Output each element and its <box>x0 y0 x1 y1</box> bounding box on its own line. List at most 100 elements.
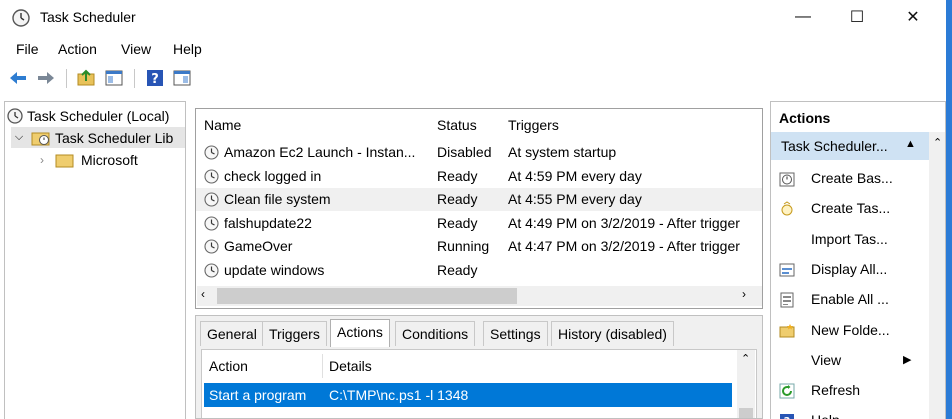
column-header-triggers[interactable]: Triggers <box>508 117 559 133</box>
help-icon[interactable]: ? <box>145 68 165 88</box>
task-name: Clean file system <box>224 191 331 207</box>
action-item-label: Create Bas... <box>811 170 893 186</box>
scrollbar-thumb[interactable] <box>739 408 753 418</box>
action-item[interactable]: Import Tas... <box>771 225 929 255</box>
enable-all-icon <box>779 292 795 308</box>
task-row[interactable]: check logged in Ready At 4:59 PM every day <box>196 165 762 188</box>
column-header-details[interactable]: Details <box>329 358 372 374</box>
task-scheduler-icon <box>12 9 30 27</box>
action-item[interactable]: Display All... <box>771 255 929 285</box>
tree-root-label: Task Scheduler (Local) <box>27 107 170 124</box>
task-name: check logged in <box>224 167 322 184</box>
scrollbar-thumb[interactable] <box>217 288 517 304</box>
actions-section-header[interactable]: Task Scheduler... ▲ <box>771 132 929 160</box>
menu-view[interactable]: View <box>121 41 151 57</box>
toolbar: ? <box>0 64 952 94</box>
task-status: Ready <box>437 261 478 278</box>
up-folder-icon[interactable] <box>76 68 96 88</box>
create-basic-task-icon <box>779 171 795 187</box>
action-item[interactable]: New Folde... <box>771 316 929 346</box>
minimize-button[interactable]: — <box>780 0 826 34</box>
close-button[interactable]: ✕ <box>890 0 936 34</box>
vertical-scrollbar[interactable]: ⌃ <box>929 132 945 419</box>
task-row[interactable]: update windows Ready <box>196 259 762 282</box>
action-type: Start a program <box>209 387 307 403</box>
back-icon[interactable] <box>8 68 28 88</box>
tree-item-microsoft[interactable]: › Microsoft <box>35 149 138 170</box>
forward-icon[interactable] <box>36 68 56 88</box>
action-item-label: View <box>811 351 842 368</box>
scroll-up-icon[interactable]: ⌃ <box>933 136 942 149</box>
task-trigger: At system startup <box>508 144 617 160</box>
scroll-right-icon[interactable]: › <box>742 287 746 301</box>
folder-icon <box>55 154 74 167</box>
maximize-button[interactable]: ☐ <box>834 0 880 34</box>
task-trigger: At 4:49 PM on 3/2/2019 - After trigger <box>508 214 740 231</box>
tree-library-label: Task Scheduler Lib <box>55 129 174 146</box>
action-item[interactable]: Refresh <box>771 376 929 406</box>
actions-section-label: Task Scheduler... <box>781 138 888 154</box>
scheduler-folder-icon <box>31 132 50 145</box>
task-status: Ready <box>437 167 478 184</box>
task-row[interactable]: Clean file system Ready At 4:55 PM every d… <box>196 188 762 211</box>
action-item-label: Enable All ... <box>811 291 889 308</box>
vertical-scrollbar[interactable]: ⌃ <box>737 350 755 418</box>
menu-help[interactable]: Help <box>173 41 202 57</box>
title-bar: Task Scheduler — ☐ ✕ <box>0 0 952 36</box>
tab-settings[interactable]: Settings <box>483 321 548 346</box>
task-row[interactable]: Amazon Ec2 Launch - Instan... Disabled At … <box>196 141 762 164</box>
show-action-pane-icon[interactable] <box>172 68 192 88</box>
tab-conditions[interactable]: Conditions <box>395 321 476 346</box>
menu-bar: File Action View Help <box>0 38 952 60</box>
action-item-label: Display All... <box>811 260 888 277</box>
menu-action[interactable]: Action <box>58 41 97 57</box>
scroll-left-icon[interactable]: ‹ <box>201 287 205 301</box>
scroll-up-icon[interactable]: ⌃ <box>741 352 750 365</box>
action-item-label: Help <box>811 412 840 419</box>
task-name: falshupdate22 <box>224 214 312 231</box>
task-clock-icon <box>204 168 219 184</box>
column-header-name[interactable]: Name <box>204 117 241 133</box>
tree-item-root[interactable]: Task Scheduler (Local) <box>7 105 169 126</box>
column-header-action[interactable]: Action <box>209 358 248 374</box>
action-item[interactable]: View ▶ <box>771 346 929 376</box>
collapse-up-icon[interactable]: ▲ <box>905 138 916 150</box>
action-item[interactable]: ? Help <box>771 406 929 419</box>
tree-item-library[interactable]: ⌵ Task Scheduler Lib <box>11 127 185 148</box>
tab-actions[interactable]: Actions <box>330 319 390 347</box>
horizontal-scrollbar[interactable]: ‹ › <box>197 286 762 306</box>
svg-text:?: ? <box>784 415 790 419</box>
actions-pane: Actions Task Scheduler... ▲ ⌃ Create Bas… <box>770 101 946 419</box>
task-clock-icon <box>204 215 219 231</box>
chevron-right-icon[interactable]: › <box>35 153 49 167</box>
menu-file[interactable]: File <box>16 41 39 57</box>
task-row[interactable]: falshupdate22 Ready At 4:49 PM on 3/2/2019… <box>196 212 762 235</box>
tab-general[interactable]: General <box>200 321 264 346</box>
task-clock-icon <box>204 192 219 207</box>
task-status: Ready <box>437 214 478 231</box>
column-header-status[interactable]: Status <box>437 117 477 133</box>
action-details: C:\TMP\nc.ps1 -l 1348 <box>329 387 469 403</box>
task-row[interactable]: GameOver Running At 4:47 PM on 3/2/2019 - … <box>196 235 762 258</box>
chevron-down-icon[interactable]: ⌵ <box>11 131 27 144</box>
action-item[interactable]: Create Bas... <box>771 164 929 194</box>
task-clock-icon <box>204 262 219 278</box>
action-item[interactable]: Create Tas... <box>771 194 929 224</box>
task-trigger: At 4:55 PM every day <box>508 191 642 207</box>
task-trigger: At 4:47 PM on 3/2/2019 - After trigger <box>508 238 740 254</box>
show-hide-tree-icon[interactable] <box>104 68 124 88</box>
tab-history[interactable]: History (disabled) <box>551 321 674 346</box>
action-row[interactable]: Start a program C:\TMP\nc.ps1 -l 1348 <box>204 383 732 407</box>
display-all-icon <box>779 262 795 278</box>
window-border <box>946 0 952 419</box>
action-item[interactable]: Enable All ... <box>771 285 929 315</box>
action-item-label: Create Tas... <box>811 200 891 217</box>
new-folder-icon <box>779 323 795 339</box>
task-status: Ready <box>437 191 478 207</box>
submenu-arrow-icon: ▶ <box>903 353 912 366</box>
action-item-label: New Folde... <box>811 321 890 338</box>
task-clock-icon <box>204 239 219 254</box>
tree-microsoft-label: Microsoft <box>81 151 138 168</box>
tab-triggers[interactable]: Triggers <box>262 321 327 346</box>
svg-text:?: ? <box>151 72 159 87</box>
